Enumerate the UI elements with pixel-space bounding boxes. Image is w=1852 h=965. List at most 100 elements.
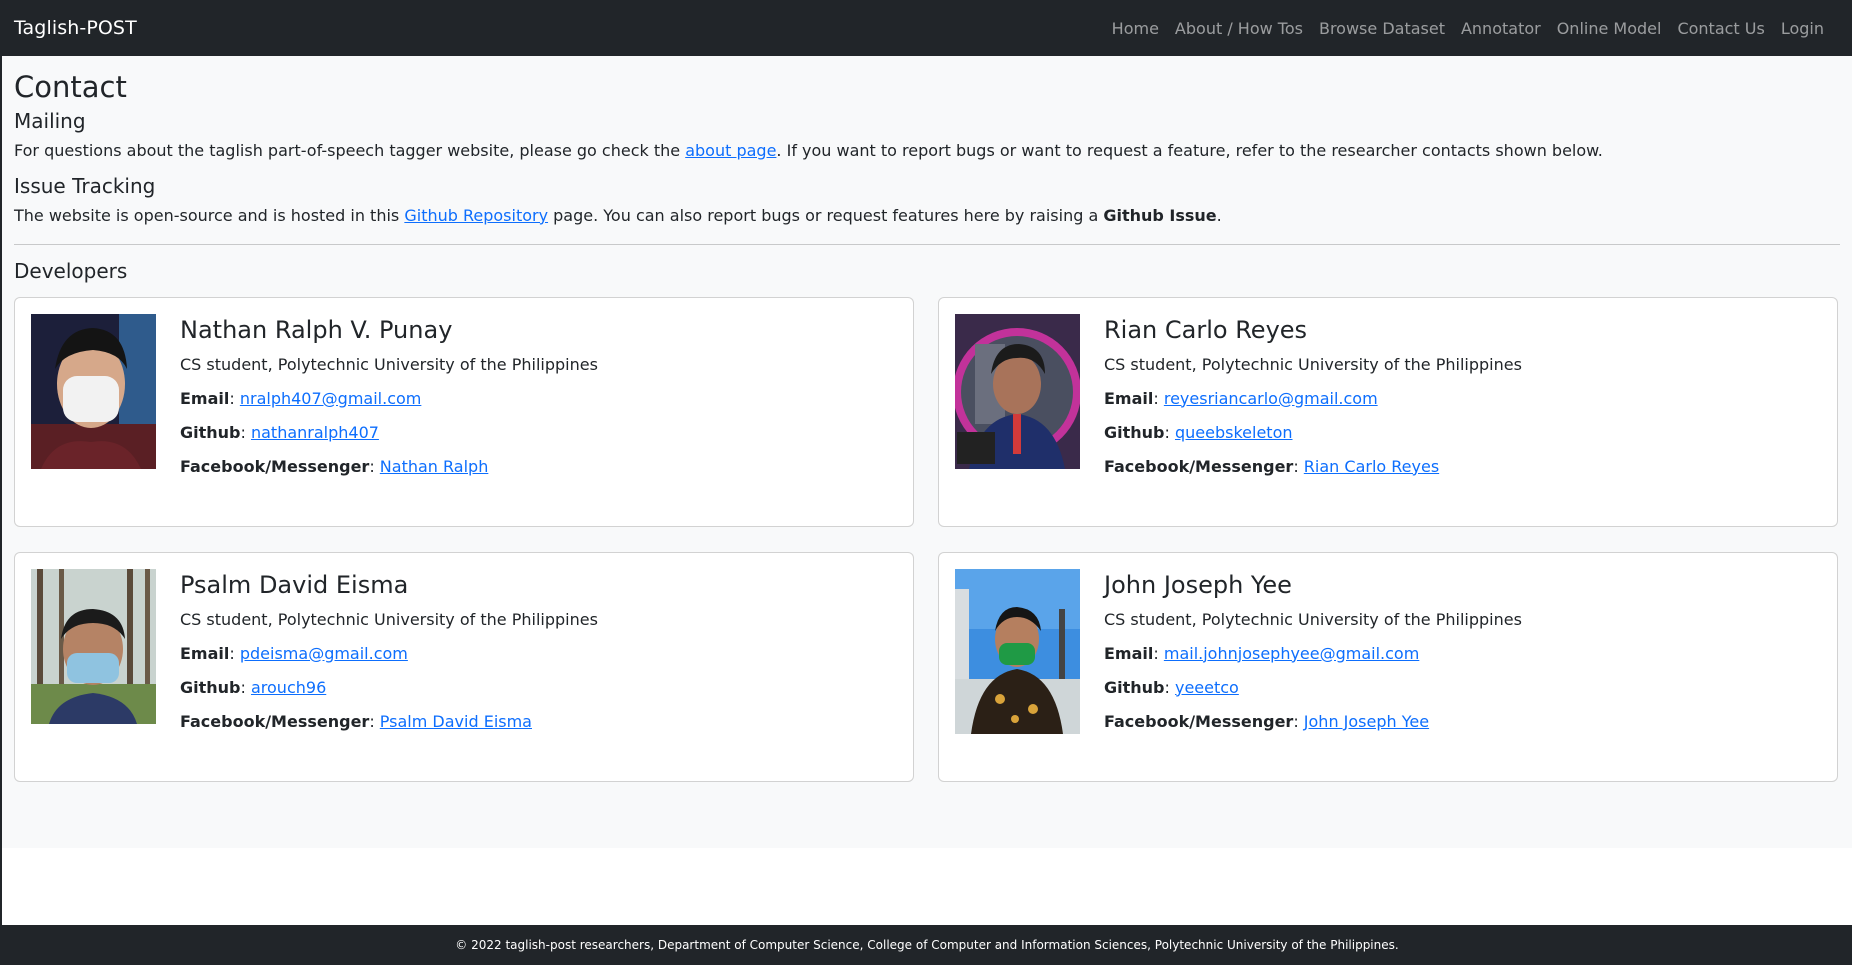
email-row: Email: reyesriancarlo@gmail.com: [1104, 389, 1522, 408]
facebook-label: Facebook/Messenger: [180, 711, 370, 731]
developer-card: Psalm David Eisma CS student, Polytechni…: [14, 551, 914, 782]
colon: :: [369, 456, 380, 476]
github-label: Github: [1104, 677, 1165, 697]
github-repository-link[interactable]: Github Repository: [404, 206, 548, 225]
about-page-link[interactable]: about page: [685, 141, 776, 160]
developers-heading: Developers: [14, 258, 128, 283]
nav-links: Home About / How Tos Browse Dataset Anno…: [1104, 19, 1838, 38]
github-label: Github: [180, 422, 241, 442]
github-issue-bold: Github Issue: [1103, 205, 1217, 225]
facebook-row: Facebook/Messenger: Psalm David Eisma: [180, 712, 598, 731]
email-link[interactable]: reyesriancarlo@gmail.com: [1164, 389, 1378, 408]
developer-role: CS student, Polytechnic University of th…: [1104, 609, 1522, 629]
nav-login[interactable]: Login: [1773, 19, 1832, 38]
avatar-photo-icon: [955, 568, 1080, 734]
developer-photo: [31, 313, 156, 469]
developer-card: Rian Carlo Reyes CS student, Polytechnic…: [938, 296, 1838, 527]
developer-info: Nathan Ralph V. Punay CS student, Polyte…: [156, 314, 598, 510]
developer-name: Rian Carlo Reyes: [1104, 315, 1308, 344]
avatar-photo-icon: [955, 313, 1080, 469]
colon: :: [1164, 422, 1175, 442]
developer-photo: [31, 568, 156, 724]
navbar: Taglish-POST Home About / How Tos Browse…: [0, 0, 1852, 56]
nav-contact-us[interactable]: Contact Us: [1669, 19, 1772, 38]
nav-annotator[interactable]: Annotator: [1453, 19, 1549, 38]
developer-card: John Joseph Yee CS student, Polytechnic …: [938, 551, 1838, 782]
email-link[interactable]: mail.johnjosephyee@gmail.com: [1164, 644, 1419, 663]
colon: :: [1293, 711, 1304, 731]
developer-photo: [955, 568, 1080, 734]
colon: :: [1153, 643, 1164, 663]
facebook-link[interactable]: Rian Carlo Reyes: [1304, 457, 1439, 476]
developer-name: Nathan Ralph V. Punay: [180, 315, 453, 344]
page-title: Contact: [14, 70, 127, 104]
email-link[interactable]: pdeisma@gmail.com: [240, 644, 408, 663]
email-label: Email: [180, 643, 230, 663]
issues-text-middle: page. You can also report bugs or reques…: [548, 205, 1104, 225]
facebook-link[interactable]: John Joseph Yee: [1304, 712, 1429, 731]
facebook-label: Facebook/Messenger: [1104, 456, 1294, 476]
issue-tracking-heading: Issue Tracking: [14, 173, 156, 198]
issue-tracking-text: The website is open-source and is hosted…: [14, 204, 1840, 228]
facebook-label: Facebook/Messenger: [1104, 711, 1294, 731]
developer-card: Nathan Ralph V. Punay CS student, Polyte…: [14, 296, 914, 527]
colon: :: [1293, 456, 1304, 476]
developer-info: John Joseph Yee CS student, Polytechnic …: [1080, 569, 1522, 765]
avatar-photo-icon: [31, 568, 156, 724]
colon: :: [229, 388, 240, 408]
facebook-link[interactable]: Psalm David Eisma: [380, 712, 532, 731]
github-row: Github: queebskeleton: [1104, 423, 1522, 442]
github-link[interactable]: nathanralph407: [251, 423, 379, 442]
email-row: Email: pdeisma@gmail.com: [180, 644, 598, 663]
colon: :: [229, 643, 240, 663]
facebook-label: Facebook/Messenger: [180, 456, 370, 476]
brand-logo[interactable]: Taglish-POST: [14, 17, 137, 39]
facebook-link[interactable]: Nathan Ralph: [380, 457, 489, 476]
footer-text: © 2022 taglish-post researchers, Departm…: [455, 938, 1399, 952]
mailing-text-after: . If you want to report bugs or want to …: [776, 140, 1603, 160]
mailing-text-before: For questions about the taglish part-of-…: [14, 140, 686, 160]
email-label: Email: [1104, 643, 1154, 663]
mailing-text: For questions about the taglish part-of-…: [14, 139, 1840, 163]
colon: :: [369, 711, 380, 731]
github-row: Github: nathanralph407: [180, 423, 598, 442]
main-content: Contact Mailing For questions about the …: [2, 56, 1852, 848]
page: Taglish-POST Home About / How Tos Browse…: [0, 0, 1852, 965]
email-row: Email: mail.johnjosephyee@gmail.com: [1104, 644, 1522, 663]
nav-home[interactable]: Home: [1104, 19, 1167, 38]
avatar-photo-icon: [31, 313, 156, 469]
github-row: Github: yeeetco: [1104, 678, 1522, 697]
email-label: Email: [1104, 388, 1154, 408]
footer: © 2022 taglish-post researchers, Departm…: [2, 925, 1852, 965]
nav-browse-dataset[interactable]: Browse Dataset: [1311, 19, 1453, 38]
facebook-row: Facebook/Messenger: Rian Carlo Reyes: [1104, 457, 1522, 476]
facebook-row: Facebook/Messenger: John Joseph Yee: [1104, 712, 1522, 731]
nav-about[interactable]: About / How Tos: [1167, 19, 1311, 38]
developers-grid: Nathan Ralph V. Punay CS student, Polyte…: [14, 296, 1840, 782]
developer-name: Psalm David Eisma: [180, 570, 409, 599]
issues-text-before: The website is open-source and is hosted…: [14, 205, 405, 225]
github-link[interactable]: arouch96: [251, 678, 326, 697]
developer-role: CS student, Polytechnic University of th…: [180, 354, 598, 374]
mailing-heading: Mailing: [14, 108, 86, 133]
colon: :: [240, 677, 251, 697]
github-label: Github: [180, 677, 241, 697]
facebook-row: Facebook/Messenger: Nathan Ralph: [180, 457, 598, 476]
github-label: Github: [1104, 422, 1165, 442]
colon: :: [240, 422, 251, 442]
issues-text-after: .: [1216, 205, 1222, 225]
github-link[interactable]: yeeetco: [1175, 678, 1239, 697]
colon: :: [1153, 388, 1164, 408]
divider: [14, 243, 1840, 245]
nav-online-model[interactable]: Online Model: [1549, 19, 1670, 38]
developer-photo: [955, 313, 1080, 469]
developer-name: John Joseph Yee: [1104, 570, 1292, 599]
developer-info: Rian Carlo Reyes CS student, Polytechnic…: [1080, 314, 1522, 510]
developer-role: CS student, Polytechnic University of th…: [180, 609, 598, 629]
email-link[interactable]: nralph407@gmail.com: [240, 389, 422, 408]
colon: :: [1164, 677, 1175, 697]
email-label: Email: [180, 388, 230, 408]
github-link[interactable]: queebskeleton: [1175, 423, 1293, 442]
developer-role: CS student, Polytechnic University of th…: [1104, 354, 1522, 374]
github-row: Github: arouch96: [180, 678, 598, 697]
